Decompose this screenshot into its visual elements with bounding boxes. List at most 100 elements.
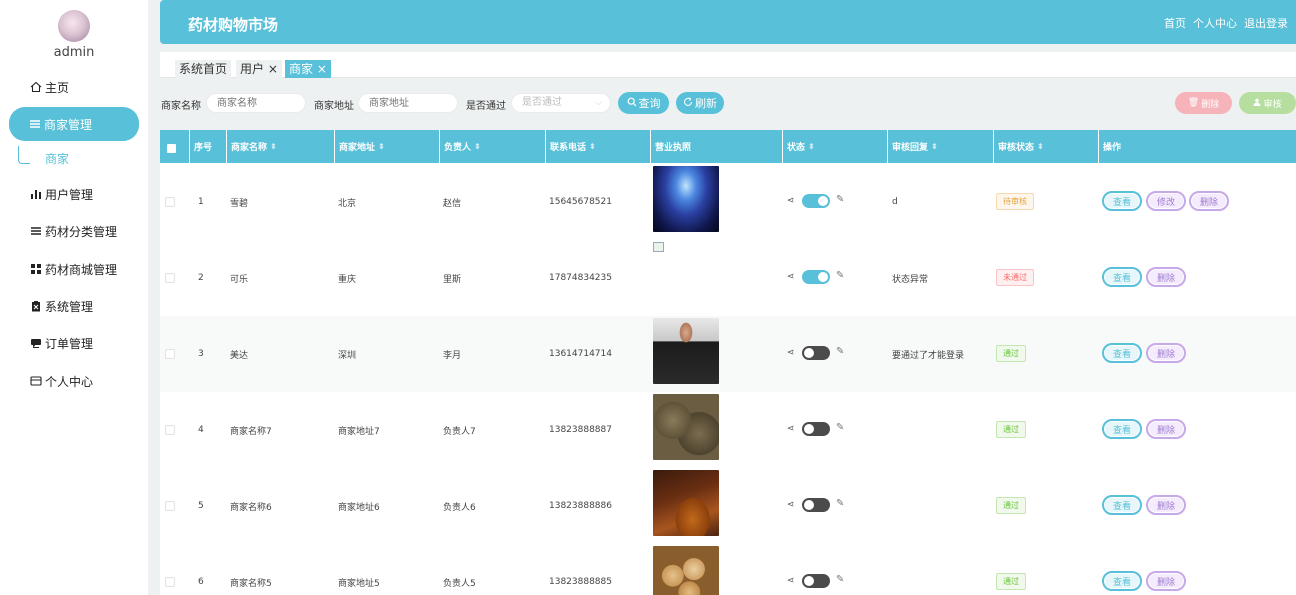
close-icon[interactable]: × xyxy=(268,62,278,76)
tab-home[interactable]: 系统首页 xyxy=(175,60,232,78)
status-toggle[interactable] xyxy=(802,194,830,208)
view-button[interactable]: 查看 xyxy=(1102,191,1142,211)
audit-status-badge: 通过 xyxy=(996,497,1026,514)
sort-icon[interactable]: ⬍ xyxy=(808,142,815,151)
edit-icon[interactable]: ✎ xyxy=(836,346,844,357)
column-header-address[interactable]: 商家地址 ⬍ xyxy=(334,130,438,163)
refresh-button[interactable]: 刷新 xyxy=(676,92,724,114)
avatar[interactable] xyxy=(58,10,90,42)
filter-label-name: 商家名称 xyxy=(161,101,201,112)
audit-status-badge: 通过 xyxy=(996,421,1026,438)
status-toggle[interactable] xyxy=(802,270,830,284)
delete-row-button[interactable]: 删除 xyxy=(1146,419,1186,439)
share-icon[interactable]: ⋖ xyxy=(787,348,795,358)
query-button[interactable]: 查询 xyxy=(618,92,669,114)
close-icon[interactable]: × xyxy=(317,62,327,76)
user-name: admin xyxy=(53,45,95,60)
status-toggle[interactable] xyxy=(802,422,830,436)
cell-address: 北京 xyxy=(338,198,357,209)
status-toggle[interactable] xyxy=(802,346,830,360)
column-header-owner[interactable]: 负责人 ⬍ xyxy=(439,130,544,163)
sort-icon[interactable]: ⬍ xyxy=(474,142,481,151)
column-header-status[interactable]: 状态 ⬍ xyxy=(782,130,886,163)
header-link-home[interactable]: 首页 xyxy=(1164,15,1186,31)
refresh-icon xyxy=(683,96,693,110)
sidebar-subitem-merchant[interactable]: 商家 xyxy=(45,150,69,167)
license-image[interactable] xyxy=(653,546,719,595)
share-icon[interactable]: ⋖ xyxy=(787,576,795,586)
delete-button[interactable]: 🗑 删除 xyxy=(1175,92,1232,114)
cell-no: 4 xyxy=(198,425,204,435)
toggle-knob xyxy=(804,424,814,434)
row-checkbox[interactable] xyxy=(165,273,175,283)
column-header-name[interactable]: 商家名称 ⬍ xyxy=(226,130,333,163)
share-icon[interactable]: ⋖ xyxy=(787,424,795,434)
status-toggle[interactable] xyxy=(802,498,830,512)
row-checkbox[interactable] xyxy=(165,425,175,435)
merchant-name-input[interactable] xyxy=(206,93,306,113)
row-checkbox[interactable] xyxy=(165,197,175,207)
passed-select[interactable]: 是否通过 ⌵ xyxy=(511,93,611,113)
row-checkbox[interactable] xyxy=(165,577,175,587)
sidebar-item-order-mgmt[interactable]: 订单管理 xyxy=(10,326,140,360)
tab-merchant[interactable]: 商家 × xyxy=(285,60,331,78)
edit-button[interactable]: 修改 xyxy=(1146,191,1186,211)
table-row: 6 商家名称5 商家地址5 负责人5 13823888885 ⋖ ✎ 通过 查看… xyxy=(160,544,1296,595)
license-image[interactable] xyxy=(653,166,719,232)
delete-row-button[interactable]: 删除 xyxy=(1146,495,1186,515)
delete-row-button[interactable]: 删除 xyxy=(1146,343,1186,363)
sidebar-item-label: 系统管理 xyxy=(45,299,94,314)
column-header-label: 营业执照 xyxy=(655,143,692,153)
edit-icon[interactable]: ✎ xyxy=(836,422,844,433)
edit-icon[interactable]: ✎ xyxy=(836,498,844,509)
share-icon[interactable]: ⋖ xyxy=(787,196,795,206)
sidebar-item-profile[interactable]: 个人中心 xyxy=(10,364,140,398)
cell-name: 雪碧 xyxy=(230,198,249,209)
license-image[interactable] xyxy=(653,470,719,536)
column-header-label: 商家地址 xyxy=(339,143,376,153)
header-link-logout[interactable]: 退出登录 xyxy=(1244,15,1288,31)
sidebar-item-user-mgmt[interactable]: 用户管理 xyxy=(10,177,140,211)
table-row: 5 商家名称6 商家地址6 负责人6 13823888886 ⋖ ✎ 通过 查看… xyxy=(160,468,1296,544)
column-header-no: 序号 xyxy=(189,130,225,163)
delete-row-button[interactable]: 删除 xyxy=(1146,267,1186,287)
view-button[interactable]: 查看 xyxy=(1102,571,1142,591)
row-checkbox[interactable] xyxy=(165,501,175,511)
license-image[interactable] xyxy=(653,394,719,460)
view-button[interactable]: 查看 xyxy=(1102,495,1142,515)
edit-icon[interactable]: ✎ xyxy=(836,270,844,281)
sidebar-item-system-mgmt[interactable]: 系统管理 xyxy=(10,289,140,323)
share-icon[interactable]: ⋖ xyxy=(787,500,795,510)
sort-icon[interactable]: ⬍ xyxy=(931,142,938,151)
license-image[interactable] xyxy=(653,318,719,384)
audit-button[interactable]: 审核 xyxy=(1239,92,1296,114)
view-button[interactable]: 查看 xyxy=(1102,343,1142,363)
view-button[interactable]: 查看 xyxy=(1102,267,1142,287)
select-all-checkbox[interactable] xyxy=(167,144,176,153)
merchant-address-input[interactable] xyxy=(358,93,458,113)
sort-icon[interactable]: ⬍ xyxy=(270,142,277,151)
header-links: 首页 个人中心 退出登录 xyxy=(1164,15,1288,31)
sidebar-item-category-mgmt[interactable]: 药材分类管理 xyxy=(10,214,140,248)
sidebar-item-mall-mgmt[interactable]: 药材商城管理 xyxy=(10,252,140,286)
sidebar: admin 主页 商家管理 商家 用户管理 药材分类管理 药材商城管理 系统管理… xyxy=(0,0,148,595)
sidebar-item-merchant-mgmt[interactable]: 商家管理 xyxy=(9,107,139,141)
view-button[interactable]: 查看 xyxy=(1102,419,1142,439)
status-toggle[interactable] xyxy=(802,574,830,588)
sort-icon[interactable]: ⬍ xyxy=(378,142,385,151)
sort-icon[interactable]: ⬍ xyxy=(589,142,596,151)
column-header-reply[interactable]: 审核回复 ⬍ xyxy=(887,130,992,163)
sidebar-item-home[interactable]: 主页 xyxy=(10,70,140,104)
column-header-phone[interactable]: 联系电话 ⬍ xyxy=(545,130,649,163)
edit-icon[interactable]: ✎ xyxy=(836,574,844,585)
delete-row-button[interactable]: 删除 xyxy=(1189,191,1229,211)
edit-icon[interactable]: ✎ xyxy=(836,194,844,205)
share-icon[interactable]: ⋖ xyxy=(787,272,795,282)
tab-user[interactable]: 用户 × xyxy=(236,60,282,78)
row-checkbox[interactable] xyxy=(165,349,175,359)
sort-icon[interactable]: ⬍ xyxy=(1037,142,1044,151)
column-header-audit[interactable]: 审核状态 ⬍ xyxy=(993,130,1097,163)
cell-no: 1 xyxy=(198,197,204,207)
header-link-profile[interactable]: 个人中心 xyxy=(1193,15,1237,31)
delete-row-button[interactable]: 删除 xyxy=(1146,571,1186,591)
